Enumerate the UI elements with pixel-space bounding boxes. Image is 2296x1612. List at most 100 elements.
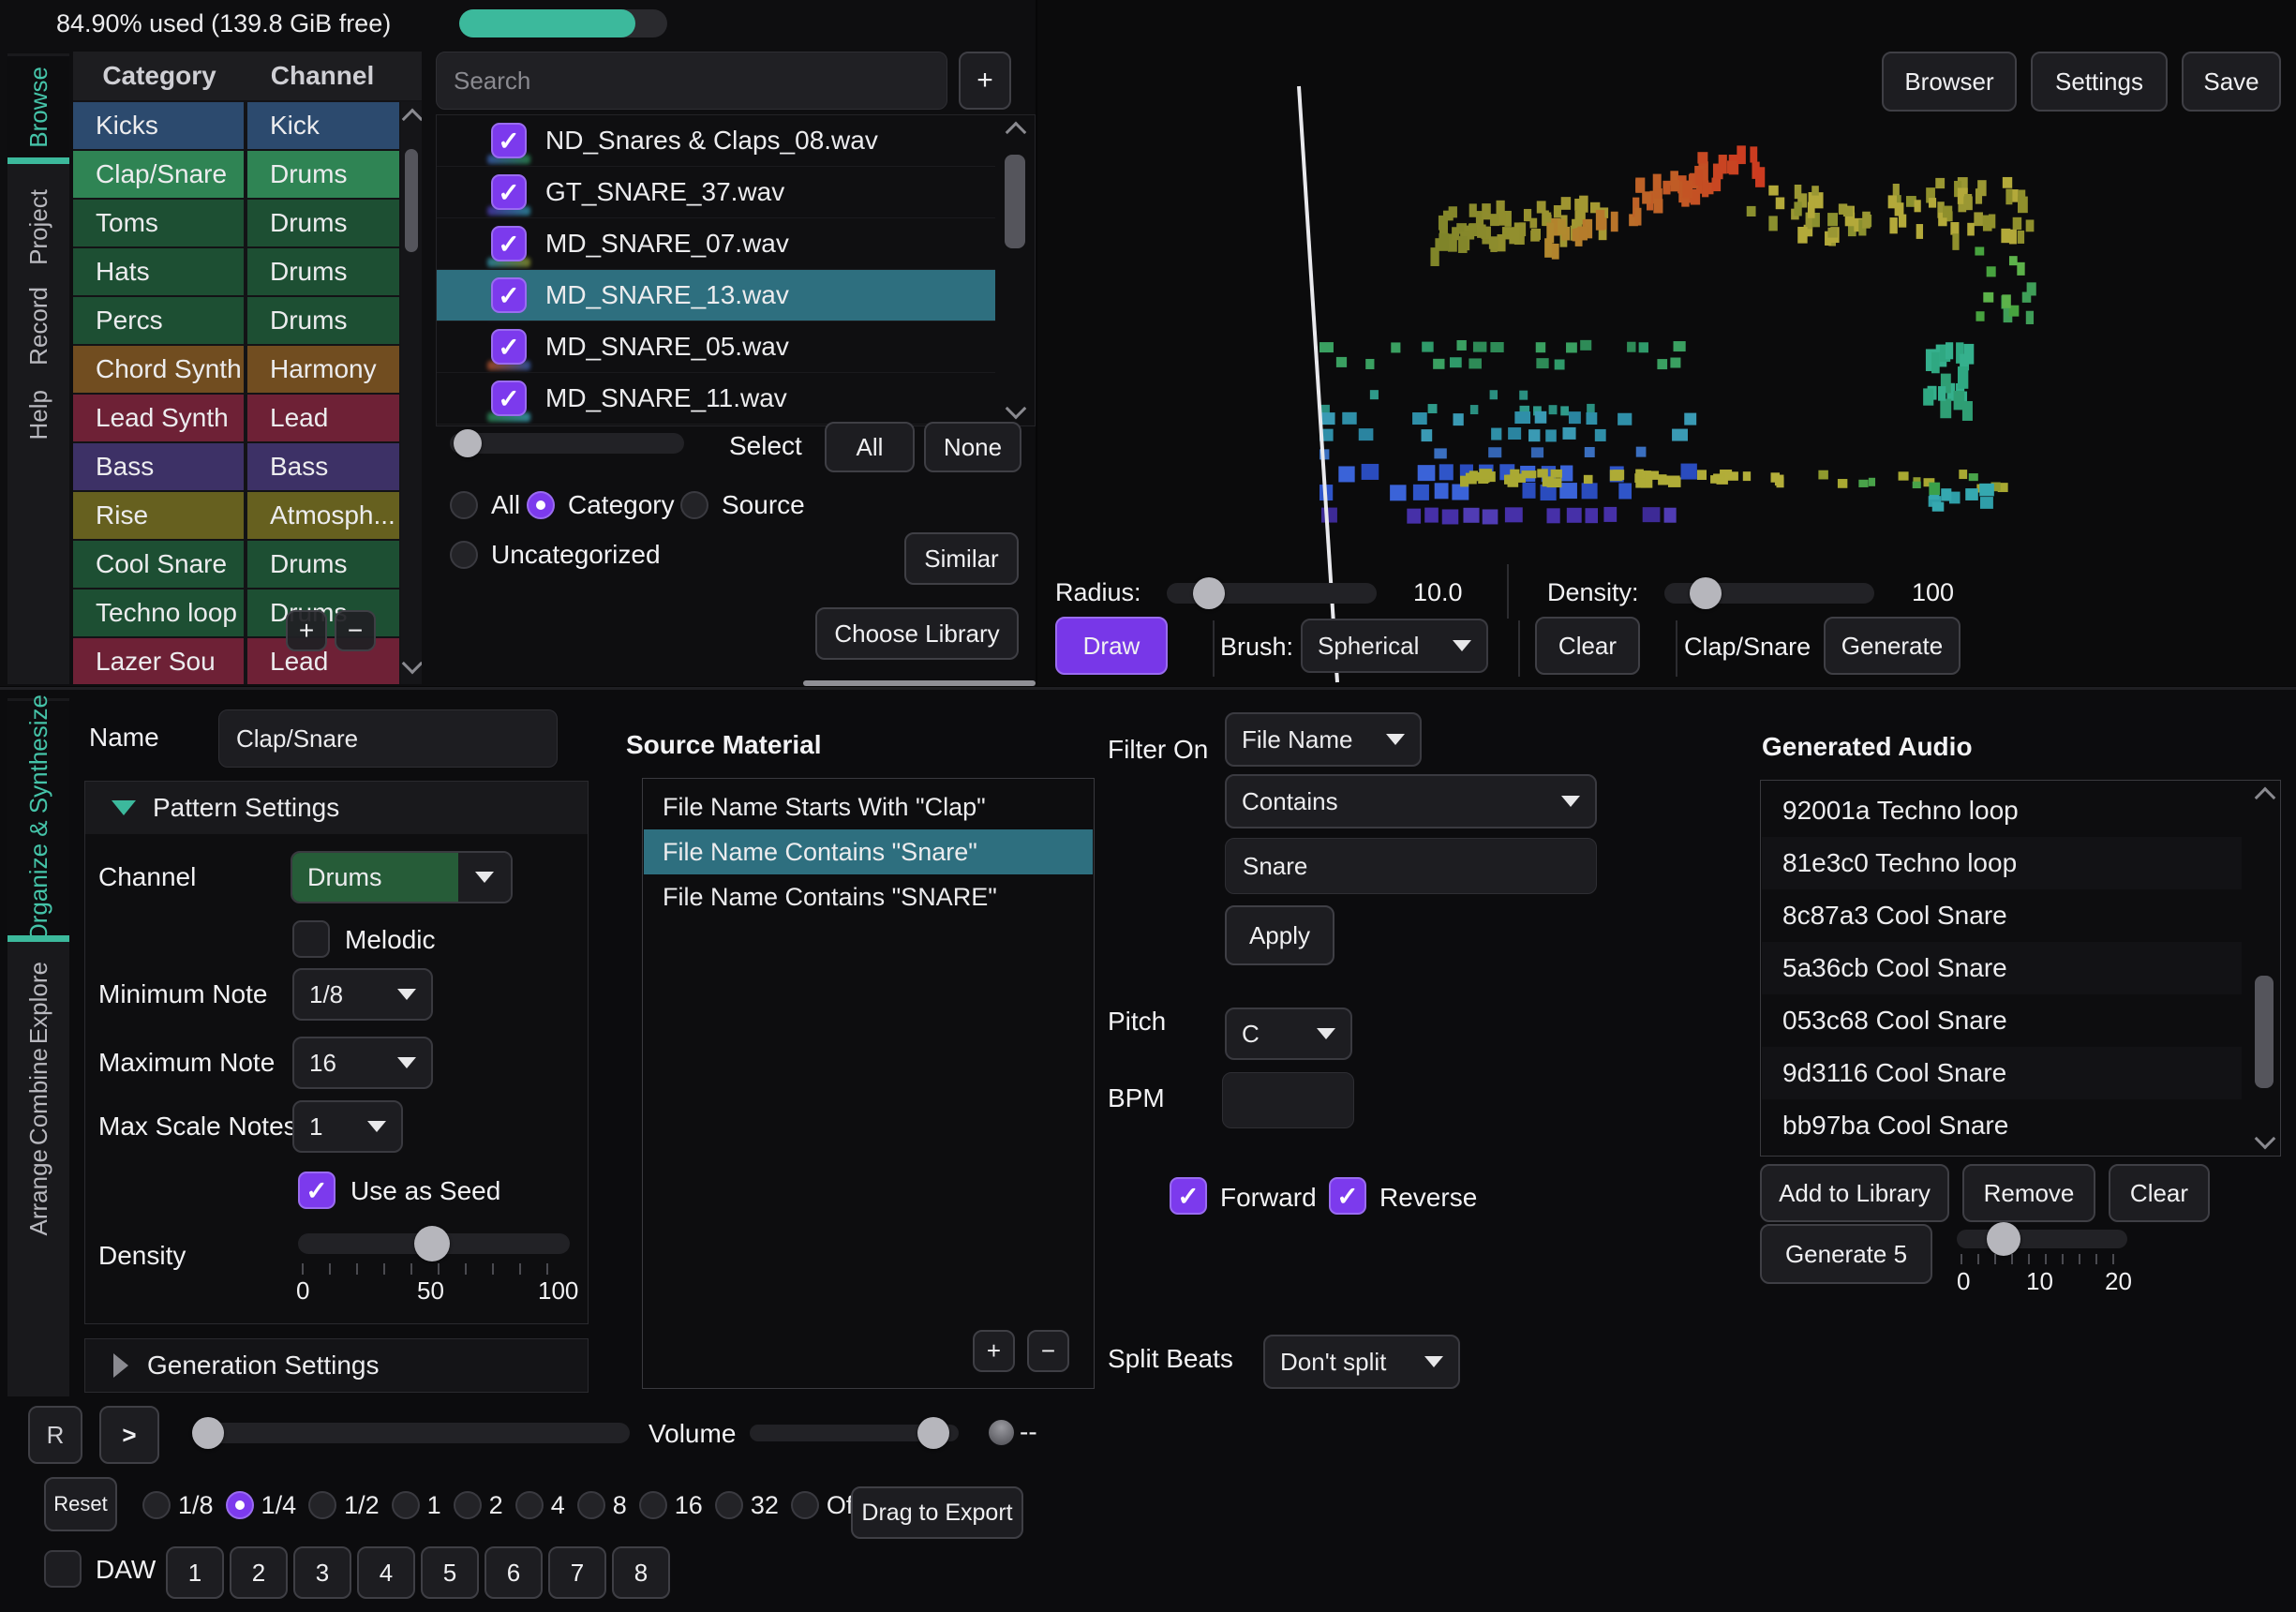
tab-project[interactable]: Project xyxy=(7,178,69,276)
table-scroll-down-icon[interactable] xyxy=(402,653,422,675)
category-cell[interactable]: Toms xyxy=(73,200,244,246)
filter-radio-all[interactable]: All xyxy=(450,490,520,520)
table-row[interactable]: KicksKick xyxy=(73,102,399,149)
channel-cell[interactable]: Drums xyxy=(247,200,399,246)
generate-button[interactable]: Generate xyxy=(1824,617,1961,675)
generate-5-button[interactable]: Generate 5 xyxy=(1760,1224,1932,1284)
category-cell[interactable]: Hats xyxy=(73,248,244,295)
file-checkbox[interactable]: ✓ xyxy=(491,123,527,158)
category-cell[interactable]: Kicks xyxy=(73,102,244,149)
reverse-checkbox[interactable]: ✓ xyxy=(1329,1177,1366,1215)
tab-organize-synthesize[interactable]: Organize & Synthesize xyxy=(7,701,69,935)
quantize-radio[interactable] xyxy=(308,1491,336,1519)
max-note-dropdown[interactable]: 16 xyxy=(292,1037,433,1089)
table-row[interactable]: RiseAtmosph... xyxy=(73,492,399,539)
daw-slot-button[interactable]: 4 xyxy=(357,1546,415,1599)
quantize-option[interactable]: 1 xyxy=(392,1491,441,1520)
channel-cell[interactable]: Kick xyxy=(247,102,399,149)
name-field[interactable] xyxy=(218,709,558,768)
max-scale-notes-dropdown[interactable]: 1 xyxy=(292,1100,403,1153)
daw-slot-button[interactable]: 8 xyxy=(612,1546,670,1599)
quantize-option[interactable]: 1/8 xyxy=(142,1491,214,1520)
generate-count-slider-track[interactable] xyxy=(1957,1230,2127,1248)
category-cell[interactable]: Rise xyxy=(73,492,244,539)
generated-scrollbar[interactable] xyxy=(2248,781,2280,1156)
file-checkbox[interactable]: ✓ xyxy=(491,381,527,416)
channel-cell[interactable]: Harmony xyxy=(247,346,399,393)
seek-slider-knob[interactable] xyxy=(192,1417,224,1449)
file-checkbox[interactable]: ✓ xyxy=(491,174,527,210)
volume-slider-knob[interactable] xyxy=(917,1417,949,1449)
tab-browse[interactable]: Browse xyxy=(7,56,69,157)
table-row[interactable]: Lead SynthLead xyxy=(73,395,399,441)
channel-dropdown[interactable]: Drums xyxy=(291,851,513,903)
quantize-radio[interactable] xyxy=(454,1491,482,1519)
quantize-option[interactable]: 1/4 xyxy=(226,1491,297,1520)
file-checkbox[interactable]: ✓ xyxy=(491,277,527,313)
select-none-button[interactable]: None xyxy=(924,422,1021,472)
forward-checkbox[interactable]: ✓ xyxy=(1170,1177,1207,1215)
daw-slot-button[interactable]: 7 xyxy=(548,1546,606,1599)
file-row[interactable]: ✓MD_SNARE_05.wav xyxy=(437,321,995,373)
table-row[interactable]: HatsDrums xyxy=(73,248,399,295)
file-row[interactable]: ✓MD_SNARE_07.wav xyxy=(437,218,995,270)
daw-slot-button[interactable]: 3 xyxy=(293,1546,351,1599)
tab-explore[interactable]: Explore xyxy=(7,954,69,1052)
radius-slider-knob[interactable] xyxy=(1193,577,1225,609)
source-remove-button[interactable]: − xyxy=(1027,1330,1069,1372)
generated-audio-item[interactable]: bb97ba Cool Snare xyxy=(1762,1099,2242,1152)
table-row[interactable]: TomsDrums xyxy=(73,200,399,246)
file-list-scrollbar[interactable] xyxy=(997,115,1035,425)
melodic-checkbox[interactable]: ✓ xyxy=(292,920,330,958)
channel-cell[interactable]: Drums xyxy=(247,151,399,198)
bpm-field[interactable] xyxy=(1222,1072,1354,1128)
file-checkbox[interactable]: ✓ xyxy=(491,329,527,365)
table-add-button[interactable]: + xyxy=(286,610,327,651)
table-row[interactable]: Chord SynthHarmony xyxy=(73,346,399,393)
quantize-radio[interactable] xyxy=(791,1491,819,1519)
quantize-radio[interactable] xyxy=(715,1491,743,1519)
similar-button[interactable]: Similar xyxy=(904,532,1019,585)
clear-button[interactable]: Clear xyxy=(1535,617,1640,675)
filter-radio-source[interactable]: Source xyxy=(680,490,805,520)
save-button[interactable]: Save xyxy=(2182,52,2281,112)
generated-audio-item[interactable]: 8c87a3 Cool Snare xyxy=(1762,889,2242,942)
split-beats-dropdown[interactable]: Don't split xyxy=(1263,1335,1460,1389)
category-cell[interactable]: Chord Synth xyxy=(73,346,244,393)
quantize-radio[interactable] xyxy=(515,1491,544,1519)
horizontal-scroll-strip[interactable] xyxy=(803,680,1036,686)
min-note-dropdown[interactable]: 1/8 xyxy=(292,968,433,1021)
quantize-option[interactable]: 4 xyxy=(515,1491,565,1520)
tab-arrange[interactable]: Arrange xyxy=(7,1143,69,1241)
generation-settings-header[interactable]: Generation Settings xyxy=(84,1338,589,1393)
choose-library-button[interactable]: Choose Library xyxy=(815,607,1019,660)
tab-record[interactable]: Record xyxy=(7,279,69,373)
filter-radio-uncategorized[interactable]: Uncategorized xyxy=(450,540,661,570)
browser-button[interactable]: Browser xyxy=(1882,52,2017,112)
filter-radio-category[interactable]: Category xyxy=(527,490,675,520)
category-cell[interactable]: Lazer Sou xyxy=(73,638,244,684)
channel-cell[interactable]: Drums xyxy=(247,297,399,344)
use-as-seed-checkbox[interactable]: ✓ xyxy=(298,1172,335,1209)
quantize-radio[interactable] xyxy=(142,1491,171,1519)
seek-slider-track[interactable] xyxy=(192,1423,630,1443)
quantize-radio[interactable] xyxy=(392,1491,420,1519)
table-remove-button[interactable]: − xyxy=(335,610,376,651)
daw-slot-button[interactable]: 6 xyxy=(485,1546,543,1599)
table-row[interactable]: BassBass xyxy=(73,443,399,490)
table-row[interactable]: PercsDrums xyxy=(73,297,399,344)
preview-slider-knob[interactable] xyxy=(454,429,482,457)
draw-button[interactable]: Draw xyxy=(1055,617,1168,675)
apply-button[interactable]: Apply xyxy=(1225,905,1334,965)
quantize-option[interactable]: 2 xyxy=(454,1491,503,1520)
source-material-item[interactable]: File Name Contains "Snare" xyxy=(644,829,1093,874)
select-all-button[interactable]: All xyxy=(825,422,915,472)
generate-count-slider-knob[interactable] xyxy=(1987,1222,2020,1256)
table-scroll-up-icon[interactable] xyxy=(402,109,422,130)
quantize-radio[interactable] xyxy=(226,1491,254,1519)
channel-cell[interactable]: Drums xyxy=(247,541,399,588)
generated-audio-item[interactable]: 81e3c0 Techno loop xyxy=(1762,837,2242,889)
reset-button[interactable]: Reset xyxy=(44,1477,117,1531)
quantize-option[interactable]: 32 xyxy=(715,1491,779,1520)
gain-knob[interactable] xyxy=(989,1420,1014,1445)
